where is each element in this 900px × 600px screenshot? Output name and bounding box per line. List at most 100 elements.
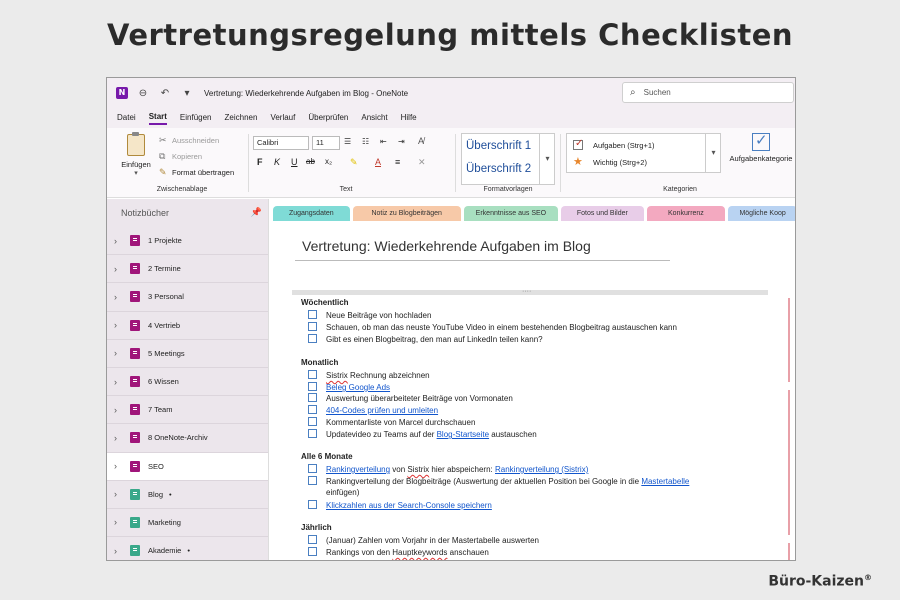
todo-text[interactable]: Updatevideo zu Teams auf der Blog-Starts… — [326, 429, 537, 440]
tag-important[interactable]: ★ Wichtig (Strg+2) — [573, 157, 647, 168]
todo-checkbox[interactable] — [308, 476, 317, 485]
notebook-item[interactable]: › 6 Wissen — [107, 368, 268, 397]
notebook-item[interactable]: › 7 Team — [107, 396, 268, 425]
todo-text[interactable]: Rankingverteilung von Sistrix hier abspe… — [326, 464, 588, 475]
todo-text[interactable]: (Januar) Zahlen vom Vorjahr in der Maste… — [326, 535, 539, 546]
todo-text[interactable]: Schauen, ob man das neuste YouTube Video… — [326, 322, 677, 333]
todo-link[interactable]: Blog-Startseite — [437, 430, 489, 439]
todo-checkbox[interactable] — [308, 310, 317, 319]
menu-zeichnen[interactable]: Zeichnen — [225, 113, 258, 124]
notebook-item[interactable]: › 5 Meetings — [107, 340, 268, 368]
todo-checkbox[interactable] — [308, 334, 317, 343]
section-tab[interactable]: Konkurrenz — [646, 206, 726, 221]
list-numbers-icon[interactable]: ☷ — [362, 137, 369, 146]
todo-checkbox[interactable] — [308, 417, 317, 426]
chevron-right-icon[interactable]: › — [114, 461, 124, 471]
todo-link[interactable]: Rankingverteilung (Sistrix) — [495, 465, 588, 474]
delete-icon[interactable]: ✕ — [418, 157, 426, 168]
notebook-item[interactable]: › SEO — [107, 452, 268, 481]
section-tab[interactable]: Fotos und Bilder — [561, 206, 644, 221]
todo-link[interactable]: 404-Codes prüfen und umleiten — [326, 405, 438, 416]
paste-button[interactable]: Einfügen ▾ — [121, 132, 151, 177]
chevron-right-icon[interactable]: › — [114, 517, 124, 527]
todo-checkbox[interactable] — [308, 535, 317, 544]
chevron-right-icon[interactable]: › — [114, 489, 124, 499]
font-color-icon[interactable]: A — [375, 157, 381, 167]
chevron-right-icon[interactable]: › — [114, 546, 124, 556]
chevron-right-icon[interactable]: › — [114, 236, 124, 246]
pin-icon[interactable]: 📌 — [251, 207, 262, 218]
undo-icon[interactable]: ↶ — [158, 88, 172, 99]
indent-increase-icon[interactable]: ⇥ — [398, 137, 405, 146]
cut-button[interactable]: ✂ Ausschneiden — [159, 135, 219, 146]
bold-button[interactable]: F — [257, 157, 263, 167]
tags-more-icon[interactable]: ▾ — [705, 133, 721, 173]
chevron-right-icon[interactable]: › — [114, 292, 124, 302]
notebook-item[interactable]: › 3 Personal — [107, 283, 268, 312]
style-heading-2[interactable]: Überschrift 2 — [466, 163, 531, 175]
notebook-item[interactable]: › Akademie • — [107, 537, 268, 560]
styles-more-icon[interactable]: ▾ — [539, 133, 555, 185]
align-icon[interactable]: ≡ — [395, 157, 400, 167]
back-icon[interactable]: ⊖ — [136, 88, 150, 99]
todo-checkbox[interactable] — [308, 547, 317, 556]
todo-checkbox[interactable] — [308, 370, 317, 379]
notebook-item[interactable]: › 1 Projekte — [107, 227, 268, 256]
style-heading-1[interactable]: Überschrift 1 — [466, 140, 531, 152]
todo-checkbox[interactable] — [308, 393, 317, 402]
highlight-icon[interactable]: ✎ — [350, 157, 358, 168]
clear-formatting-icon[interactable]: A̸ — [418, 136, 424, 146]
todo-text[interactable]: Sistrix Rechnung abzeichnen — [326, 370, 430, 381]
menu-datei[interactable]: Datei — [117, 113, 136, 124]
menu-ansicht[interactable]: Ansicht — [361, 113, 387, 124]
chevron-right-icon[interactable]: › — [114, 264, 124, 274]
strikethrough-button[interactable]: ab — [306, 157, 315, 166]
notebook-item[interactable]: › 2 Termine — [107, 255, 268, 284]
menu-hilfe[interactable]: Hilfe — [401, 113, 417, 124]
chevron-right-icon[interactable]: › — [114, 405, 124, 415]
todo-link[interactable]: Mastertabelle — [641, 477, 689, 486]
todo-checkbox[interactable] — [308, 500, 317, 509]
notebook-item[interactable]: › 4 Vertrieb — [107, 312, 268, 340]
section-tab[interactable]: Zugangsdaten — [273, 206, 350, 221]
menu-einfuegen[interactable]: Einfügen — [180, 113, 212, 124]
todo-link[interactable]: Beleg Google Ads — [326, 382, 390, 393]
todo-text[interactable]: Kommentarliste von Marcel durchschauen — [326, 417, 475, 428]
todo-checkbox[interactable] — [308, 382, 317, 391]
copy-button[interactable]: ⧉ Kopieren — [159, 151, 202, 162]
chevron-right-icon[interactable]: › — [114, 377, 124, 387]
note-container[interactable]: ···· Wöchentlich Neue Beiträge von hochl… — [292, 288, 790, 560]
todo-link[interactable]: Rankingverteilung — [326, 465, 390, 474]
menu-start[interactable]: Start — [148, 112, 167, 125]
page-title[interactable]: Vertretung: Wiederkehrende Aufgaben im B… — [302, 238, 591, 254]
font-name-select[interactable]: Calibri — [253, 136, 309, 150]
drag-handle-icon[interactable]: ···· — [522, 288, 531, 295]
todo-checkbox[interactable] — [308, 429, 317, 438]
font-size-select[interactable]: 11 — [312, 136, 340, 150]
todo-text[interactable]: Neue Beiträge von hochladen — [326, 310, 431, 321]
italic-button[interactable]: K — [274, 157, 280, 167]
section-tab[interactable]: Notiz zu Blogbeiträgen — [352, 206, 461, 221]
menu-verlauf[interactable]: Verlauf — [270, 113, 295, 124]
menu-ueberpruefen[interactable]: Überprüfen — [308, 113, 348, 124]
todo-checkbox[interactable] — [308, 322, 317, 331]
todo-text[interactable]: Rankingverteilung der Blogbeiträge (Ausw… — [326, 476, 689, 498]
quick-access-dropdown-icon[interactable]: ▾ — [180, 88, 194, 99]
section-tab[interactable]: Mögliche Koop — [728, 206, 795, 221]
subscript-button[interactable]: x₂ — [325, 157, 332, 166]
format-painter-button[interactable]: ✎ Format übertragen — [159, 167, 234, 178]
indent-decrease-icon[interactable]: ⇤ — [380, 137, 387, 146]
list-bullets-icon[interactable]: ☰ — [344, 137, 351, 146]
todo-category-button[interactable]: Aufgabenkategorie — [728, 131, 794, 163]
paste-dropdown-icon[interactable]: ▾ — [121, 169, 151, 177]
chevron-right-icon[interactable]: › — [114, 348, 124, 358]
todo-text[interactable]: Rankings von den Hauptkeywords anschauen — [326, 547, 489, 558]
todo-checkbox[interactable] — [308, 405, 317, 414]
search-input[interactable]: ⌕ Suchen — [622, 82, 794, 103]
underline-button[interactable]: U — [291, 157, 298, 167]
todo-text[interactable]: Auswertung überarbeiteter Beiträge von V… — [326, 393, 513, 404]
notebook-item[interactable]: › Blog • — [107, 481, 268, 509]
notebook-item[interactable]: › Marketing — [107, 509, 268, 538]
chevron-right-icon[interactable]: › — [114, 320, 124, 330]
todo-checkbox[interactable] — [308, 464, 317, 473]
